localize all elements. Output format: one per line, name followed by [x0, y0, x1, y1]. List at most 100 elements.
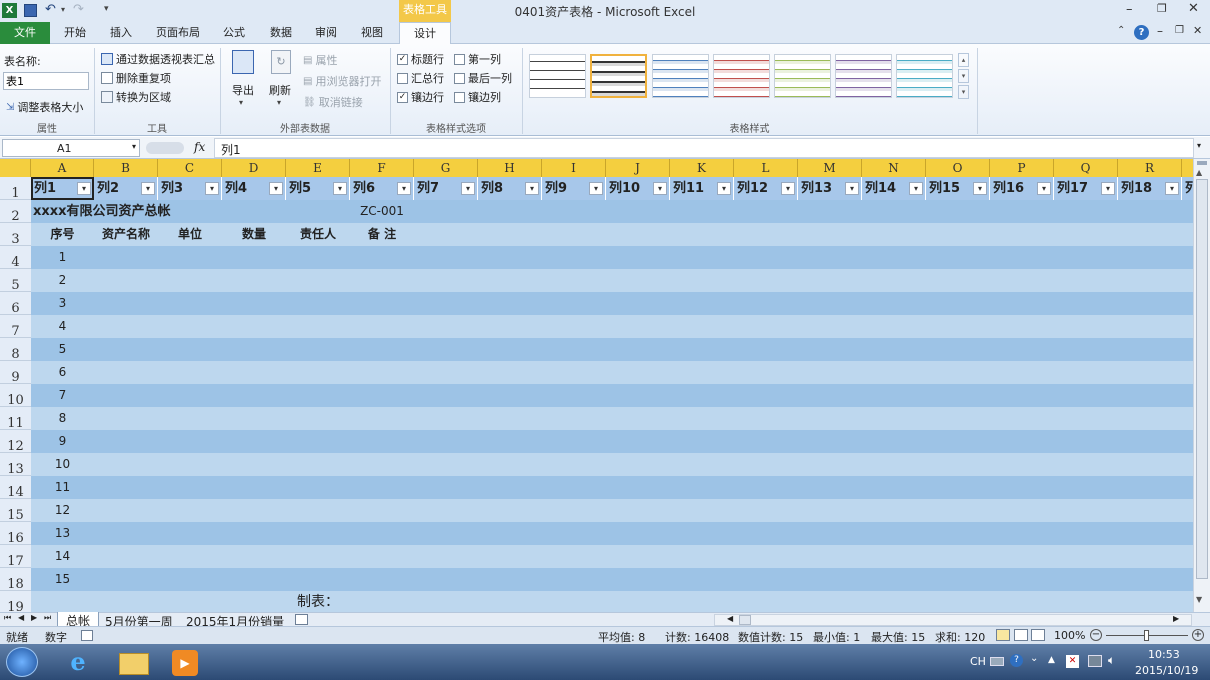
table-row[interactable]: 4 — [31, 315, 1193, 338]
sheet-nav-prev-icon[interactable]: ◀ — [18, 613, 24, 622]
column-header-r[interactable]: R — [1118, 159, 1182, 177]
formula-expand-icon[interactable]: ▾ — [1197, 141, 1201, 150]
table-header-cell[interactable]: 列 — [1182, 177, 1193, 200]
ime-indicator[interactable]: CH — [970, 655, 986, 668]
refresh-icon[interactable]: ↻ — [271, 50, 291, 74]
row-header[interactable]: 9 — [0, 361, 31, 385]
sequence-number-cell[interactable]: 9 — [31, 430, 94, 453]
sequence-number-cell[interactable]: 4 — [31, 315, 94, 338]
gallery-scroll-down-icon[interactable]: ▾ — [958, 69, 969, 83]
sequence-number-cell[interactable]: 13 — [31, 522, 94, 545]
table-row[interactable]: 5 — [31, 338, 1193, 361]
macro-record-icon[interactable] — [81, 630, 93, 641]
filter-dropdown-icon[interactable]: ▾ — [845, 182, 859, 195]
column-header-e[interactable]: E — [286, 159, 350, 177]
table-style-red[interactable] — [713, 54, 770, 98]
filter-dropdown-icon[interactable]: ▾ — [77, 182, 91, 195]
formula-input[interactable]: 列1 — [214, 138, 1194, 158]
table-row[interactable]: 13 — [31, 522, 1193, 545]
row-header[interactable]: 1 — [0, 177, 31, 201]
row-header[interactable]: 7 — [0, 315, 31, 339]
ime-help-icon[interactable]: ? — [1010, 654, 1023, 667]
row-header[interactable]: 5 — [0, 269, 31, 293]
column-label-cell[interactable]: 备 注 — [350, 223, 414, 246]
column-header-p[interactable]: P — [990, 159, 1054, 177]
table-row[interactable]: 9 — [31, 430, 1193, 453]
column-header-a[interactable]: A — [31, 159, 94, 177]
minimize-icon[interactable]: – — [1126, 2, 1133, 17]
tab-file[interactable]: 文件 — [0, 22, 50, 44]
table-row[interactable]: 12 — [31, 499, 1193, 522]
banded-columns-checkbox[interactable]: 镶边列 — [454, 89, 501, 105]
zoom-slider-thumb[interactable] — [1144, 630, 1149, 641]
filter-dropdown-icon[interactable]: ▾ — [333, 182, 347, 195]
row-header[interactable]: 3 — [0, 223, 31, 247]
table-row[interactable]: 15 — [31, 568, 1193, 591]
scroll-down-icon[interactable]: ▼ — [1196, 595, 1202, 604]
row-header[interactable]: 18 — [0, 568, 31, 592]
column-header-o[interactable]: O — [926, 159, 990, 177]
export-button[interactable]: 导出 — [232, 82, 254, 98]
split-handle-icon[interactable] — [1197, 161, 1207, 165]
ime-settings-icon[interactable]: ⌄ — [1030, 653, 1038, 664]
resize-table-button[interactable]: ⇲ 调整表格大小 — [6, 99, 83, 115]
pivot-summary-button[interactable]: 通过数据透视表汇总 — [101, 51, 215, 67]
formula-bar-handle-icon[interactable] — [146, 142, 184, 154]
wb-restore-icon[interactable]: ❐ — [1175, 25, 1184, 36]
filter-dropdown-icon[interactable]: ▾ — [781, 182, 795, 195]
column-header-f[interactable]: F — [350, 159, 414, 177]
filter-dropdown-icon[interactable]: ▾ — [205, 182, 219, 195]
column-header-b[interactable]: B — [94, 159, 158, 177]
tab-view[interactable]: 视图 — [352, 22, 392, 44]
clock-date[interactable]: 2015/10/19 — [1135, 664, 1198, 677]
tab-page-layout[interactable]: 页面布局 — [148, 22, 208, 44]
sheet-nav-next-icon[interactable]: ▶ — [31, 613, 37, 622]
gallery-more-icon[interactable]: ▾ — [958, 85, 969, 99]
table-row[interactable]: 11 — [31, 476, 1193, 499]
table-header-row[interactable]: 列1 ▾ 列2 ▾ 列3 ▾ 列4 ▾ 列5 ▾ 列6 ▾ 列7 ▾ 列8 ▾ 列9 ▾ 列10 ▾ 列11 ▾ 列12 ▾ 列… — [31, 177, 1193, 200]
row-header[interactable]: 8 — [0, 338, 31, 362]
undo-dropdown-icon[interactable]: ▾ — [61, 5, 65, 14]
export-dropdown-icon[interactable]: ▾ — [239, 98, 243, 107]
filter-dropdown-icon[interactable]: ▾ — [909, 182, 923, 195]
filter-dropdown-icon[interactable]: ▾ — [1101, 182, 1115, 195]
filter-dropdown-icon[interactable]: ▾ — [1165, 182, 1179, 195]
row-header[interactable]: 4 — [0, 246, 31, 270]
table-style-plain[interactable] — [529, 54, 586, 98]
refresh-dropdown-icon[interactable]: ▾ — [277, 98, 281, 107]
sequence-number-cell[interactable]: 14 — [31, 545, 94, 568]
file-explorer-icon[interactable] — [119, 653, 149, 675]
convert-to-range-button[interactable]: 转换为区域 — [101, 89, 171, 105]
column-label-cell[interactable]: 资产名称 — [94, 223, 158, 246]
filter-dropdown-icon[interactable]: ▾ — [1037, 182, 1051, 195]
table-row[interactable]: 序号 资产名称 单位 数量 责任人备 注 — [31, 223, 1193, 246]
scroll-up-icon[interactable]: ▲ — [1196, 168, 1202, 177]
table-row[interactable]: 3 — [31, 292, 1193, 315]
table-row[interactable]: 1 — [31, 246, 1193, 269]
row-header[interactable]: 14 — [0, 476, 31, 500]
column-header-n[interactable]: N — [862, 159, 926, 177]
row-header[interactable]: 17 — [0, 545, 31, 569]
remove-duplicates-button[interactable]: 删除重复项 — [101, 70, 171, 86]
table-row[interactable]: 6 — [31, 361, 1193, 384]
action-center-icon[interactable]: ✕ — [1066, 655, 1079, 668]
table-style-purple[interactable] — [835, 54, 892, 98]
sequence-number-cell[interactable]: 1 — [31, 246, 94, 269]
sheet-nav-last-icon[interactable]: ⏭ — [44, 613, 51, 623]
name-box-dropdown-icon[interactable]: ▾ — [132, 142, 136, 151]
volume-icon[interactable]: 🔈︎ — [1108, 653, 1115, 668]
page-break-view-icon[interactable] — [1031, 629, 1045, 641]
column-header-m[interactable]: M — [798, 159, 862, 177]
sheet-tab-active[interactable]: 总帐 — [57, 612, 100, 628]
hscroll-left-icon[interactable]: ◀ — [727, 614, 733, 623]
media-player-icon[interactable]: ▶ — [172, 650, 198, 676]
horizontal-scrollbar[interactable]: ◀ ▶ — [714, 614, 1192, 626]
filter-dropdown-icon[interactable]: ▾ — [461, 182, 475, 195]
table-row[interactable]: 8 — [31, 407, 1193, 430]
row-header[interactable]: 2 — [0, 200, 31, 224]
page-layout-view-icon[interactable] — [1014, 629, 1028, 641]
column-label-cell[interactable]: 数量 — [222, 223, 286, 246]
maker-label-cell[interactable]: 制表： — [286, 591, 350, 612]
last-column-checkbox[interactable]: 最后一列 — [454, 70, 512, 86]
help-icon[interactable]: ? — [1134, 25, 1149, 40]
